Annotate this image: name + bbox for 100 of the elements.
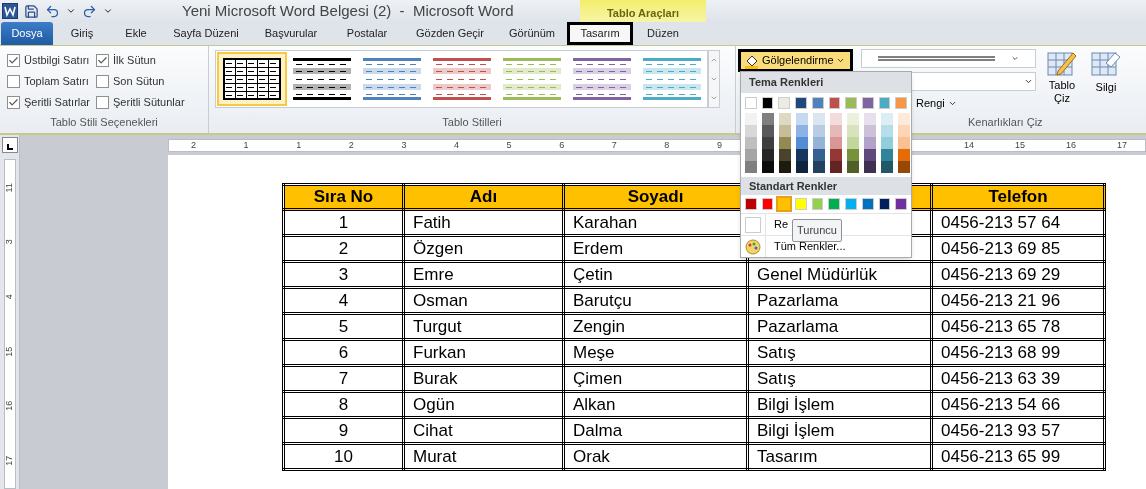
table-cell: Satış — [747, 365, 932, 392]
table-cell: Özgen — [403, 235, 564, 262]
table-cell: Ogün — [403, 391, 564, 418]
color-swatch[interactable] — [878, 198, 891, 210]
ruler-number: 4 — [453, 140, 459, 150]
color-swatch[interactable] — [878, 96, 891, 109]
color-swatch[interactable] — [762, 112, 774, 125]
draw-table-button[interactable]: Tablo Çiz — [1044, 49, 1080, 114]
ribbon-tab[interactable]: Görünüm — [497, 22, 567, 45]
table-cell: 0456-213 63 39 — [931, 365, 1105, 392]
color-swatch[interactable] — [795, 198, 807, 210]
color-swatch[interactable] — [745, 112, 757, 125]
line-style-dropdown[interactable] — [861, 49, 1036, 68]
table-cell: Furkan — [403, 339, 564, 366]
color-swatch[interactable] — [861, 96, 874, 109]
checkbox-label: İlk Sütun — [113, 53, 156, 69]
checkbox[interactable] — [7, 96, 20, 109]
color-swatch[interactable] — [745, 96, 757, 109]
table-cell: Çimen — [563, 365, 748, 392]
shading-button[interactable]: Gölgelendirme — [738, 49, 853, 72]
color-swatch[interactable] — [761, 198, 774, 210]
color-swatch[interactable] — [845, 96, 857, 109]
table-pencil-icon — [1046, 49, 1078, 79]
customize-toolbar-icon[interactable] — [103, 6, 113, 16]
checkbox[interactable] — [96, 75, 110, 88]
double-line-icon — [878, 56, 995, 61]
table-style-thumbnail[interactable] — [217, 52, 287, 106]
color-swatch[interactable] — [895, 96, 908, 109]
caret-icon — [1024, 77, 1033, 86]
ruler-number: 2 — [348, 140, 354, 150]
checkbox[interactable] — [7, 75, 20, 88]
checkbox[interactable] — [7, 54, 20, 67]
table-cell: Pazarlama — [747, 313, 932, 340]
color-swatch[interactable] — [778, 198, 791, 210]
ruler-number: 3 — [401, 140, 407, 150]
table-eraser-icon — [1090, 49, 1122, 79]
table-cell: Turgut — [403, 313, 564, 340]
ribbon-tab[interactable]: Postalar — [331, 22, 403, 45]
color-swatch[interactable] — [895, 198, 907, 210]
table-cell: 1 — [283, 209, 404, 236]
table-cell: 3 — [283, 261, 404, 288]
table-cell: 7 — [283, 365, 404, 392]
table-cell: 10 — [283, 443, 404, 470]
save-icon[interactable] — [24, 3, 39, 19]
checkbox[interactable] — [96, 54, 110, 67]
color-swatch[interactable] — [864, 112, 876, 125]
checkbox[interactable] — [96, 96, 110, 109]
color-swatch[interactable] — [778, 96, 791, 109]
color-swatch[interactable] — [796, 112, 808, 125]
ribbon-tab[interactable]: Sayfa Düzeni — [161, 22, 251, 45]
menu-section-title: Standart Renkler — [741, 176, 911, 195]
color-swatch[interactable] — [811, 198, 824, 210]
table-cell: 6 — [283, 339, 404, 366]
tab-selector-icon[interactable] — [1, 137, 18, 153]
table-cell: Cihat — [403, 417, 564, 444]
color-swatch[interactable] — [881, 112, 893, 125]
eraser-button[interactable]: Silgi — [1088, 49, 1124, 114]
table-cell: Fatih — [403, 209, 564, 236]
color-swatch[interactable] — [861, 198, 874, 210]
color-swatch[interactable] — [828, 198, 841, 210]
table-cell: Bilgi İşlem — [747, 391, 932, 418]
gallery-scrollbar[interactable] — [708, 50, 720, 108]
ribbon-tab[interactable]: Ekle — [111, 22, 161, 45]
menu-section-title: Tema Renkleri — [741, 72, 911, 93]
table-cell: 0456-213 69 85 — [931, 235, 1105, 262]
tooltip: Turuncu — [792, 219, 842, 242]
scroll-down-icon[interactable] — [710, 75, 718, 83]
ribbon-tab[interactable]: Giriş — [53, 22, 111, 45]
color-swatch[interactable] — [795, 96, 807, 109]
ribbon-tab[interactable]: Düzen — [633, 22, 693, 45]
table-cell: Burak — [403, 365, 564, 392]
redo-icon[interactable] — [82, 3, 97, 19]
app-logo-icon[interactable] — [2, 3, 18, 19]
color-swatch[interactable] — [761, 96, 774, 109]
table-cell: 0456-213 57 64 — [931, 209, 1105, 236]
color-swatch[interactable] — [898, 112, 910, 125]
table-cell: Dalma — [563, 417, 748, 444]
caret-icon[interactable] — [66, 6, 76, 16]
color-swatch[interactable] — [847, 112, 859, 125]
color-swatch[interactable] — [828, 96, 841, 109]
color-swatch[interactable] — [745, 198, 757, 210]
group-label: Tablo Stilleri — [441, 114, 503, 130]
color-swatch[interactable] — [830, 112, 842, 125]
ribbon-tab[interactable]: Dosya — [1, 22, 53, 45]
column-header: Telefon — [931, 184, 1105, 210]
caret-icon — [835, 56, 845, 65]
color-swatch[interactable] — [845, 198, 857, 210]
ribbon-tab[interactable]: Tasarım — [567, 22, 633, 45]
ruler-number: 7 — [611, 140, 617, 150]
ribbon-tab[interactable]: Gözden Geçir — [403, 22, 497, 45]
color-swatch[interactable] — [779, 112, 791, 125]
color-swatch[interactable] — [813, 112, 825, 125]
pen-color-button[interactable]: Rengi — [916, 95, 957, 112]
table-cell: Genel Müdürlük — [747, 261, 932, 288]
ribbon-tab[interactable]: Başvurular — [251, 22, 331, 45]
color-swatch[interactable] — [811, 96, 824, 109]
undo-icon[interactable] — [45, 3, 60, 19]
menu-item[interactable]: Re — [765, 214, 789, 235]
group-label: Kenarlıkları Çiz — [968, 114, 1043, 130]
table-cell: Meşe — [563, 339, 748, 366]
